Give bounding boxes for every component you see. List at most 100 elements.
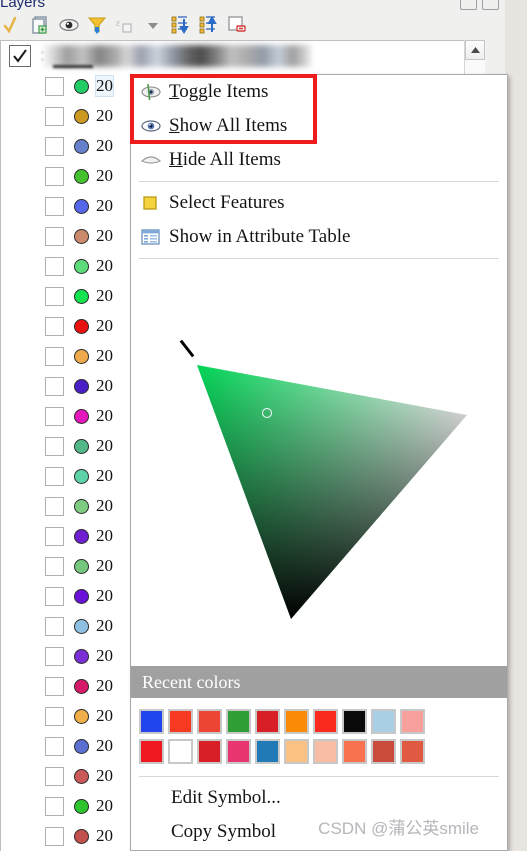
layer-checkbox[interactable] <box>45 736 64 756</box>
color-swatch[interactable] <box>255 709 280 734</box>
layer-checkbox[interactable] <box>45 766 64 786</box>
manage-map-themes-icon[interactable] <box>56 12 82 38</box>
layer-symbol-icon[interactable] <box>74 288 89 304</box>
layer-checkbox[interactable] <box>45 646 64 666</box>
scroll-up-arrow-icon[interactable] <box>465 40 485 60</box>
layer-symbol-icon[interactable] <box>74 468 89 484</box>
layer-symbol-icon[interactable] <box>74 138 89 154</box>
open-layer-styling-icon[interactable] <box>0 12 26 38</box>
layer-checkbox[interactable] <box>45 436 64 456</box>
layer-checkbox[interactable] <box>45 346 64 366</box>
layer-symbol-icon[interactable] <box>74 228 89 244</box>
layer-symbol-icon[interactable] <box>74 408 89 424</box>
menu-item-toggle-items[interactable]: Toggle Items <box>131 75 507 109</box>
layer-checkbox[interactable] <box>45 586 64 606</box>
layer-group-row[interactable] <box>1 41 483 71</box>
layer-symbol-icon[interactable] <box>74 588 89 604</box>
layer-checkbox[interactable] <box>45 796 64 816</box>
context-menu[interactable]: Toggle Items Show All Items Hide All Items… <box>130 74 508 851</box>
layer-checkbox[interactable] <box>45 166 64 186</box>
layer-checkbox[interactable] <box>45 256 64 276</box>
layer-symbol-icon[interactable] <box>74 108 89 124</box>
layer-checkbox[interactable] <box>45 406 64 426</box>
layer-symbol-icon[interactable] <box>74 828 89 844</box>
color-swatch[interactable] <box>168 709 193 734</box>
layer-checkbox[interactable] <box>45 226 64 246</box>
layer-symbol-icon[interactable] <box>74 648 89 664</box>
layer-symbol-icon[interactable] <box>74 498 89 514</box>
dropdown-arrow-icon[interactable] <box>140 12 166 38</box>
layer-checkbox[interactable] <box>45 466 64 486</box>
layer-symbol-icon[interactable] <box>74 738 89 754</box>
menu-item-select-features[interactable]: Select Features <box>131 186 507 220</box>
layer-checkbox[interactable] <box>45 556 64 576</box>
menu-item-show-all-items[interactable]: Show All Items <box>131 109 507 143</box>
layer-symbol-icon[interactable] <box>74 168 89 184</box>
sv-cursor[interactable] <box>262 407 272 418</box>
menu-item-show-in-attribute-table[interactable]: Show in Attribute Table <box>131 220 507 254</box>
layer-symbol-icon[interactable] <box>74 438 89 454</box>
color-swatch[interactable] <box>342 739 367 764</box>
layer-symbol-icon[interactable] <box>74 708 89 724</box>
color-wheel-widget[interactable] <box>131 263 507 666</box>
layer-symbol-icon[interactable] <box>74 558 89 574</box>
color-swatch[interactable] <box>226 709 251 734</box>
color-swatch[interactable] <box>342 709 367 734</box>
collapse-all-icon[interactable] <box>196 12 222 38</box>
color-swatch[interactable] <box>226 739 251 764</box>
color-swatch[interactable] <box>400 739 425 764</box>
filter-legend-icon[interactable] <box>84 12 110 38</box>
remove-layer-icon[interactable] <box>224 12 250 38</box>
layer-label: 20 <box>96 136 113 155</box>
color-swatch[interactable] <box>197 709 222 734</box>
layer-checkbox[interactable] <box>45 196 64 216</box>
layer-symbol-icon[interactable] <box>74 528 89 544</box>
recent-colors-title: Recent colors <box>142 671 241 692</box>
layer-symbol-icon[interactable] <box>74 378 89 394</box>
color-swatch[interactable] <box>197 739 222 764</box>
layer-checkbox[interactable] <box>45 826 64 846</box>
color-swatch[interactable] <box>168 739 193 764</box>
layer-symbol-icon[interactable] <box>74 78 89 94</box>
layer-label: 20 <box>96 646 113 665</box>
layer-symbol-icon[interactable] <box>74 678 89 694</box>
color-swatch[interactable] <box>284 739 309 764</box>
layer-symbol-icon[interactable] <box>74 798 89 814</box>
color-swatch[interactable] <box>371 739 396 764</box>
layer-checkbox[interactable] <box>45 376 64 396</box>
layer-checkbox[interactable] <box>45 286 64 306</box>
add-group-icon[interactable] <box>28 12 54 38</box>
menu-item-hide-all-items[interactable]: Hide All Items <box>131 143 507 177</box>
layer-symbol-icon[interactable] <box>74 198 89 214</box>
layer-checkbox[interactable] <box>45 106 64 126</box>
layer-checkbox[interactable] <box>45 316 64 336</box>
layer-checkbox[interactable] <box>45 676 64 696</box>
layer-checkbox[interactable] <box>45 76 64 96</box>
float-button[interactable] <box>460 0 477 10</box>
layer-symbol-icon[interactable] <box>74 348 89 364</box>
layer-checkbox[interactable] <box>45 616 64 636</box>
color-swatch[interactable] <box>313 739 338 764</box>
color-wheel[interactable] <box>131 269 507 661</box>
expand-all-icon[interactable] <box>168 12 194 38</box>
layer-symbol-icon[interactable] <box>74 258 89 274</box>
layer-symbol-icon[interactable] <box>74 318 89 334</box>
color-swatch[interactable] <box>284 709 309 734</box>
color-swatch[interactable] <box>400 709 425 734</box>
layer-checkbox[interactable] <box>45 136 64 156</box>
layer-symbol-icon[interactable] <box>74 618 89 634</box>
layer-checkbox[interactable] <box>45 496 64 516</box>
color-swatch[interactable] <box>139 739 164 764</box>
close-button[interactable] <box>482 0 499 10</box>
menu-item-edit-symbol[interactable]: Edit Symbol... <box>131 781 507 815</box>
color-swatch[interactable] <box>313 709 338 734</box>
saturation-value-triangle[interactable] <box>131 269 508 661</box>
color-swatch[interactable] <box>371 709 396 734</box>
filter-legend-expression-icon[interactable]: ε <box>112 12 138 38</box>
layer-checkbox[interactable] <box>45 706 64 726</box>
color-swatch[interactable] <box>139 709 164 734</box>
layer-group-checkbox[interactable] <box>9 45 31 67</box>
layer-checkbox[interactable] <box>45 526 64 546</box>
layer-symbol-icon[interactable] <box>74 768 89 784</box>
color-swatch[interactable] <box>255 739 280 764</box>
